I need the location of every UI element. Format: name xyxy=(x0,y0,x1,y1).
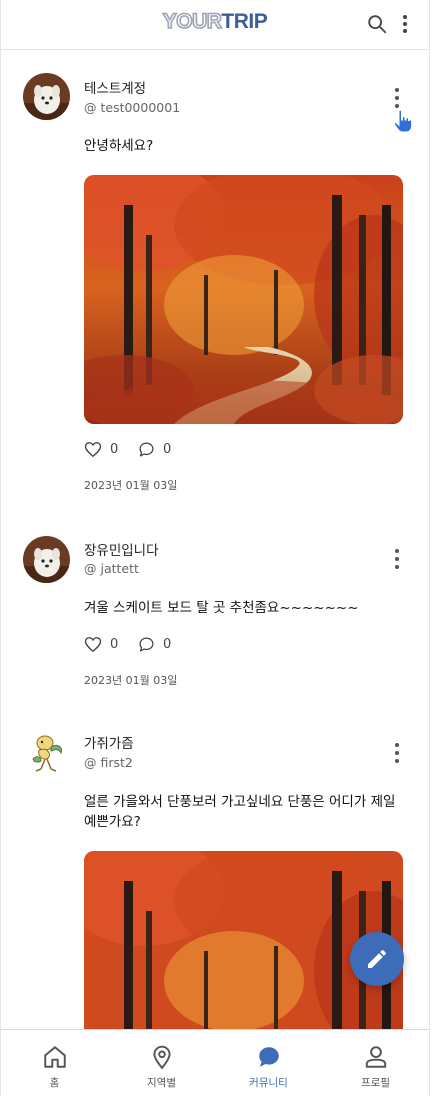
comment-button[interactable]: 0 xyxy=(138,441,171,458)
nav-profile[interactable]: 프로필 xyxy=(322,1030,429,1097)
nav-label-home: 홈 xyxy=(49,1077,60,1089)
more-vertical-icon[interactable] xyxy=(394,13,416,35)
logo-your: YOUR xyxy=(162,9,223,34)
app-window: YOURTRIP 테스트계정 @ test0000001 안녕하세요? 0 0 … xyxy=(0,0,430,1096)
post-actions: 0 0 xyxy=(84,636,284,656)
post-image[interactable] xyxy=(84,851,403,1029)
home-icon xyxy=(44,1046,66,1068)
heart-icon xyxy=(84,637,102,653)
like-count: 0 xyxy=(110,637,119,652)
like-button[interactable]: 0 xyxy=(84,441,118,458)
post-options-icon[interactable] xyxy=(387,548,407,572)
heart-icon xyxy=(84,442,102,458)
avatar[interactable] xyxy=(23,729,70,776)
post-options-icon[interactable] xyxy=(387,742,407,766)
author-handle: @ jattett xyxy=(84,561,139,576)
nav-label-community: 커뮤니티 xyxy=(249,1077,288,1089)
comment-button[interactable]: 0 xyxy=(138,636,171,653)
author-name[interactable]: 테스트계정 xyxy=(84,77,146,97)
comment-icon xyxy=(139,637,154,652)
map-pin-icon xyxy=(153,1045,171,1070)
like-button[interactable]: 0 xyxy=(84,636,118,653)
post-text: 안녕하세요? xyxy=(84,138,154,154)
post-date: 2023년 01월 03일 xyxy=(84,674,178,687)
post-text: 겨울 스케이트 보드 탈 곳 추천좀요~~~~~~~ xyxy=(84,600,359,616)
post-date: 2023년 01월 03일 xyxy=(84,479,178,492)
hand-cursor-icon xyxy=(393,109,413,133)
author-handle: @ first2 xyxy=(84,755,133,770)
profile-icon xyxy=(365,1046,387,1068)
search-icon[interactable] xyxy=(366,13,388,35)
write-post-button[interactable] xyxy=(350,932,404,986)
avatar[interactable] xyxy=(23,73,70,120)
post-text: 얼른 가을와서 단풍보러 가고싶네요 단풍은 어디가 제일 예쁜가요? xyxy=(84,794,396,830)
top-bar: YOURTRIP xyxy=(1,0,429,50)
nav-label-profile: 프로필 xyxy=(361,1077,390,1089)
app-logo[interactable]: YOURTRIP xyxy=(1,9,429,34)
nav-label-region: 지역별 xyxy=(147,1077,176,1089)
like-count: 0 xyxy=(110,442,119,457)
author-name[interactable]: 가쥐가즘 xyxy=(84,732,134,752)
comment-count: 0 xyxy=(163,442,172,457)
post-actions: 0 0 xyxy=(84,441,284,461)
post-feed: 테스트계정 @ test0000001 안녕하세요? 0 0 2023년 01월… xyxy=(1,51,429,1029)
post-options-icon[interactable] xyxy=(387,87,407,111)
avatar[interactable] xyxy=(23,536,70,583)
pencil-icon xyxy=(368,949,387,968)
nav-community[interactable]: 커뮤니티 xyxy=(215,1030,322,1097)
comment-icon xyxy=(139,442,154,457)
comment-count: 0 xyxy=(163,637,172,652)
author-name[interactable]: 장유민입니다 xyxy=(84,539,159,559)
nav-home[interactable]: 홈 xyxy=(1,1030,108,1097)
nav-region[interactable]: 지역별 xyxy=(108,1030,215,1097)
post-image[interactable] xyxy=(84,175,403,424)
author-handle: @ test0000001 xyxy=(84,100,181,115)
logo-trip: TRIP xyxy=(221,10,268,33)
bottom-navigation: 홈 지역별 커뮤니티 프로필 xyxy=(1,1029,429,1096)
chat-icon xyxy=(259,1047,279,1067)
